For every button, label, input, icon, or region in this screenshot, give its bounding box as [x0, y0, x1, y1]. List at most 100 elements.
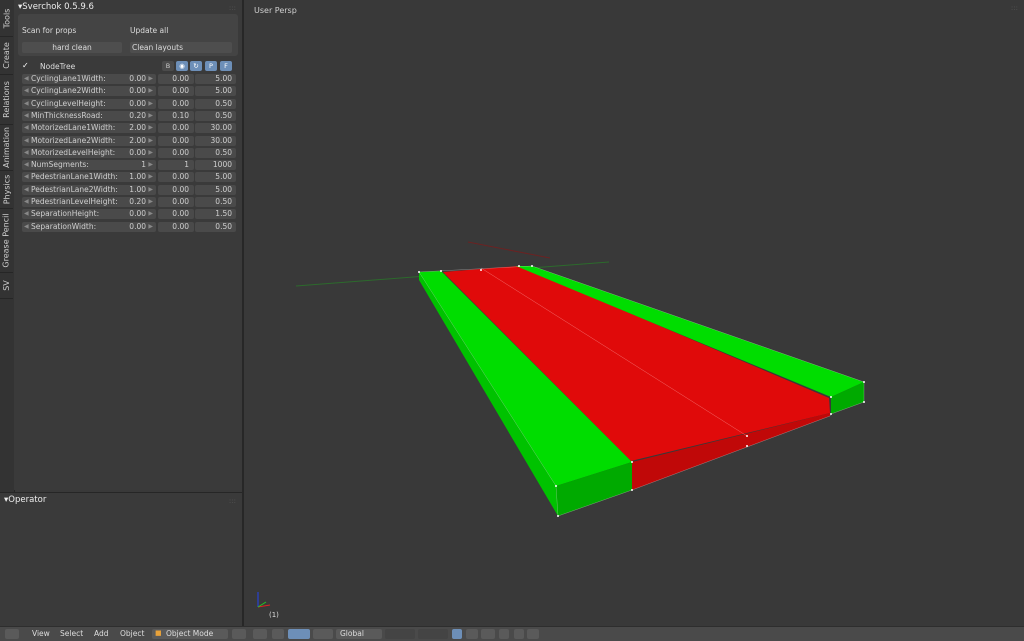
tab-tools[interactable]: Tools — [0, 0, 13, 37]
decrement-icon[interactable]: ◀ — [24, 160, 29, 170]
layer-buttons-right[interactable] — [418, 629, 448, 639]
param-max-field[interactable]: 5.00 — [195, 184, 236, 195]
param-max-field[interactable]: 0.50 — [195, 110, 236, 121]
increment-icon[interactable]: ▶ — [148, 160, 153, 170]
param-max-field[interactable]: 1000 — [195, 160, 236, 171]
hard-clean-button[interactable]: hard clean — [22, 42, 122, 53]
increment-icon[interactable]: ▶ — [148, 148, 153, 158]
param-max-field[interactable]: 5.00 — [195, 74, 236, 84]
viewport-canvas[interactable] — [244, 0, 1024, 626]
snap-icon[interactable] — [481, 629, 495, 639]
mode-dropdown[interactable]: ■ Object Mode — [152, 629, 228, 639]
nodetree-p-button[interactable]: P — [205, 61, 217, 71]
shading-dropdown[interactable] — [232, 629, 246, 639]
param-value-field[interactable]: ◀ PedestrianLane2Width: 1.00 ▶ — [22, 184, 156, 195]
param-min-field[interactable]: 0.00 — [158, 86, 194, 97]
param-min-field[interactable]: 0.00 — [158, 184, 194, 195]
param-max-field[interactable]: 0.50 — [195, 197, 236, 207]
editor-type-icon[interactable] — [5, 629, 19, 639]
layer-lock-icon[interactable] — [452, 629, 462, 639]
param-max-field[interactable]: 1.50 — [195, 209, 236, 220]
tab-create[interactable]: Create — [0, 36, 13, 75]
param-max-field[interactable]: 0.50 — [195, 147, 236, 158]
decrement-icon[interactable]: ◀ — [24, 172, 29, 182]
decrement-icon[interactable]: ◀ — [24, 185, 29, 195]
increment-icon[interactable]: ▶ — [148, 74, 153, 84]
menu-add[interactable]: Add — [94, 629, 109, 638]
layer-buttons-left[interactable] — [385, 629, 415, 639]
decrement-icon[interactable]: ◀ — [24, 148, 29, 158]
panel-grip-icon[interactable]: ::: — [229, 4, 236, 12]
clean-layouts-button[interactable]: Clean layouts — [130, 42, 232, 53]
render-icon[interactable] — [514, 629, 524, 639]
param-max-field[interactable]: 5.00 — [195, 86, 236, 97]
rotate-scale-buttons[interactable] — [313, 629, 333, 639]
increment-icon[interactable]: ▶ — [148, 86, 153, 96]
param-max-field[interactable]: 30.00 — [195, 135, 236, 146]
refresh-icon[interactable]: ↻ — [190, 61, 202, 71]
operator-grip-icon[interactable]: ::: — [229, 497, 236, 505]
param-min-field[interactable]: 0.00 — [158, 147, 194, 158]
menu-object[interactable]: Object — [120, 629, 144, 638]
menu-view[interactable]: View — [32, 629, 50, 638]
proportional-edit-icon[interactable] — [466, 629, 478, 639]
param-value-field[interactable]: ◀ MotorizedLane1Width: 2.00 ▶ — [22, 123, 156, 134]
param-max-field[interactable]: 0.50 — [195, 98, 236, 109]
param-value-field[interactable]: ◀ NumSegments: 1 ▶ — [22, 160, 156, 171]
decrement-icon[interactable]: ◀ — [24, 136, 29, 146]
increment-icon[interactable]: ▶ — [148, 197, 153, 207]
decrement-icon[interactable]: ◀ — [24, 123, 29, 133]
param-value-field[interactable]: ◀ CyclingLevelHeight: 0.00 ▶ — [22, 98, 156, 109]
param-min-field[interactable]: 0.00 — [158, 221, 194, 232]
nodetree-b-button[interactable]: B — [162, 61, 174, 71]
decrement-icon[interactable]: ◀ — [24, 222, 29, 232]
param-value-field[interactable]: ◀ CyclingLane2Width: 0.00 ▶ — [22, 86, 156, 97]
panel-title[interactable]: Sverchok 0.5.9.6 — [18, 2, 94, 12]
increment-icon[interactable]: ▶ — [148, 172, 153, 182]
transform-manipulator-buttons[interactable] — [288, 629, 310, 639]
nodetree-checkbox[interactable]: ✓ — [22, 61, 29, 70]
param-min-field[interactable]: 0.00 — [158, 74, 194, 84]
increment-icon[interactable]: ▶ — [148, 123, 153, 133]
param-value-field[interactable]: ◀ PedestrianLane1Width: 1.00 ▶ — [22, 172, 156, 183]
3d-viewport[interactable]: User Persp (1) ::: — [244, 0, 1024, 626]
param-value-field[interactable]: ◀ PedestrianLevelHeight: 0.20 ▶ — [22, 197, 156, 207]
increment-icon[interactable]: ▶ — [148, 222, 153, 232]
param-value-field[interactable]: ◀ MinThicknessRoad: 0.20 ▶ — [22, 110, 156, 121]
decrement-icon[interactable]: ◀ — [24, 209, 29, 219]
snap-element-icon[interactable] — [499, 629, 509, 639]
param-value-field[interactable]: ◀ MotorizedLevelHeight: 0.00 ▶ — [22, 147, 156, 158]
param-value-field[interactable]: ◀ SeparationWidth: 0.00 ▶ — [22, 221, 156, 232]
decrement-icon[interactable]: ◀ — [24, 74, 29, 84]
manipulator-icon[interactable] — [272, 629, 284, 639]
decrement-icon[interactable]: ◀ — [24, 111, 29, 121]
operator-title[interactable]: Operator — [4, 495, 46, 505]
pivot-icon[interactable] — [253, 629, 267, 639]
param-min-field[interactable]: 0.00 — [158, 209, 194, 220]
param-max-field[interactable]: 0.50 — [195, 221, 236, 232]
param-min-field[interactable]: 0.00 — [158, 197, 194, 207]
increment-icon[interactable]: ▶ — [148, 185, 153, 195]
param-value-field[interactable]: ◀ MotorizedLane2Width: 2.00 ▶ — [22, 135, 156, 146]
tab-grease-pencil[interactable]: Grease Pencil — [0, 208, 13, 273]
tab-physics[interactable]: Physics — [0, 170, 13, 209]
tab-animation[interactable]: Animation — [0, 124, 13, 171]
tab-sv[interactable]: SV — [0, 272, 13, 299]
param-min-field[interactable]: 0.10 — [158, 110, 194, 121]
param-min-field[interactable]: 0.00 — [158, 172, 194, 183]
param-min-field[interactable]: 0.00 — [158, 98, 194, 109]
update-all-button[interactable]: Update all — [130, 25, 230, 36]
decrement-icon[interactable]: ◀ — [24, 86, 29, 96]
menu-select[interactable]: Select — [60, 629, 83, 638]
increment-icon[interactable]: ▶ — [148, 136, 153, 146]
increment-icon[interactable]: ▶ — [148, 99, 153, 109]
param-min-field[interactable]: 0.00 — [158, 135, 194, 146]
increment-icon[interactable]: ▶ — [148, 209, 153, 219]
tab-relations[interactable]: Relations — [0, 74, 13, 125]
nodetree-f-button[interactable]: F — [220, 61, 232, 71]
param-value-field[interactable]: ◀ CyclingLane1Width: 0.00 ▶ — [22, 74, 156, 84]
param-max-field[interactable]: 30.00 — [195, 123, 236, 134]
param-max-field[interactable]: 5.00 — [195, 172, 236, 183]
increment-icon[interactable]: ▶ — [148, 111, 153, 121]
param-min-field[interactable]: 0.00 — [158, 123, 194, 134]
